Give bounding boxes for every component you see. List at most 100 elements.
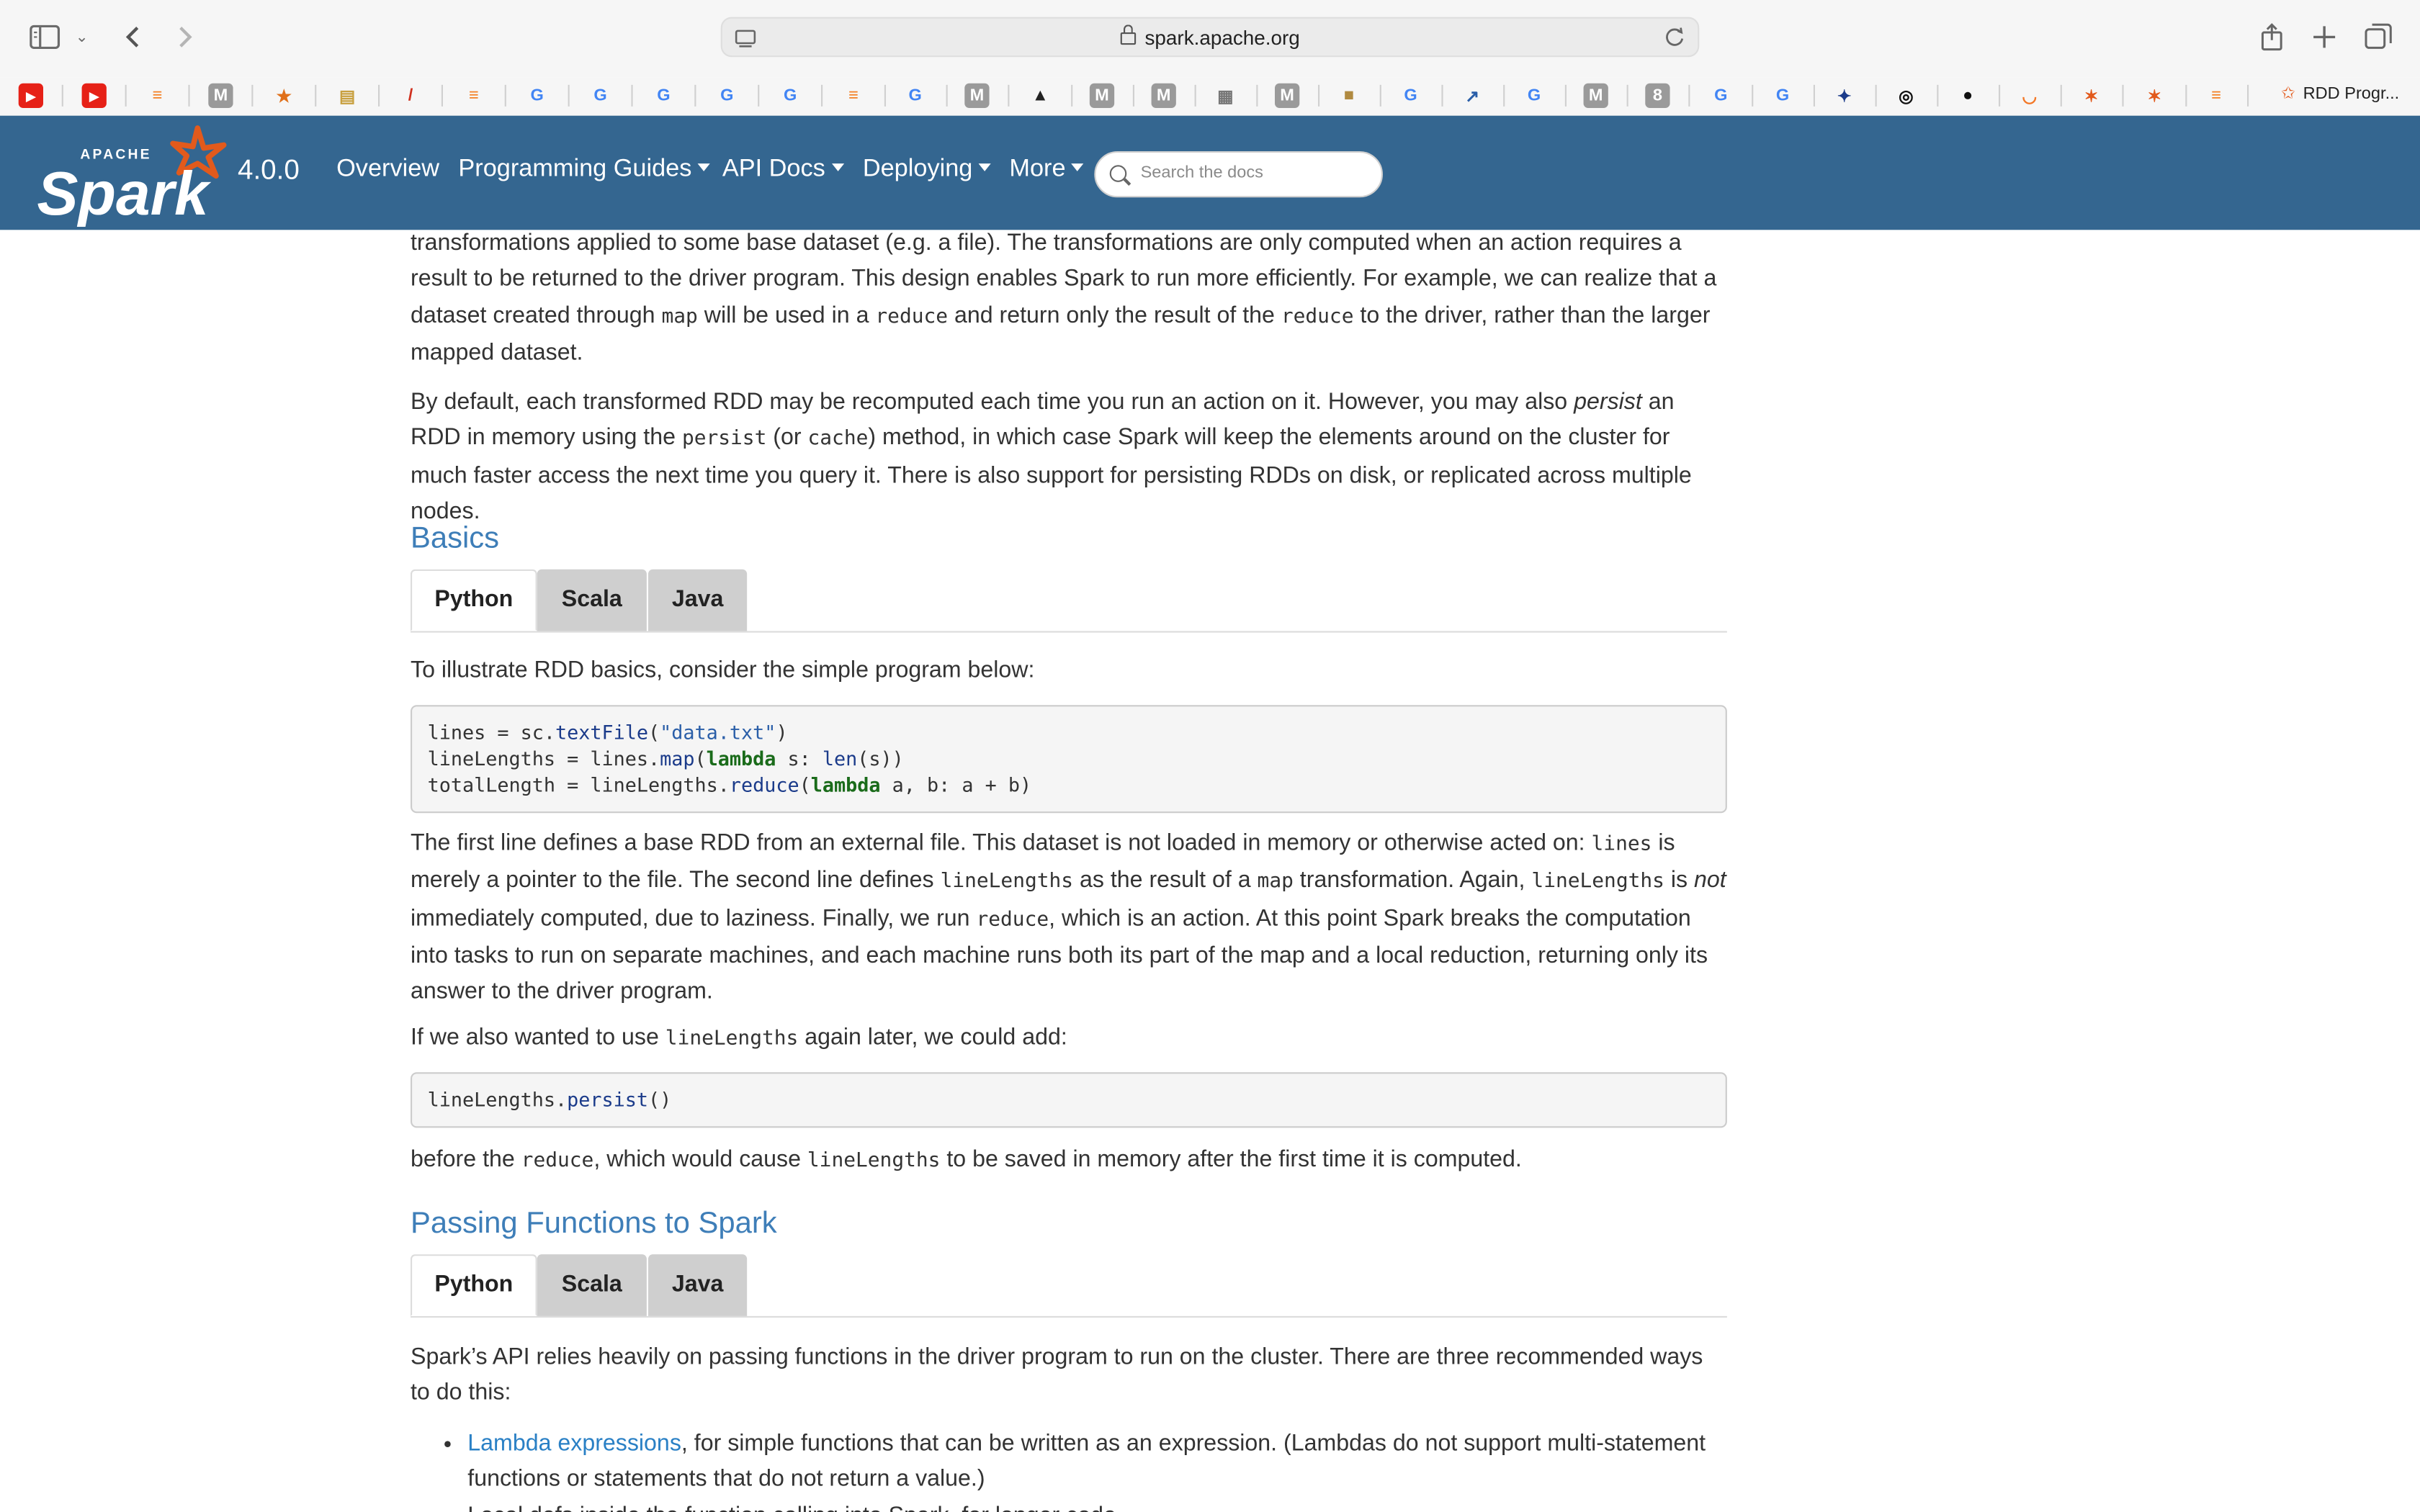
- portrait-icon[interactable]: ■: [1337, 84, 1361, 108]
- google-icon[interactable]: G: [1708, 84, 1733, 108]
- google-icon[interactable]: G: [903, 84, 928, 108]
- chart-icon[interactable]: ↗: [1460, 84, 1484, 108]
- paragraph-persist-note: before the reduce, which would cause lin…: [411, 1146, 1522, 1173]
- bookmark-separator: [1813, 84, 1815, 107]
- bookmark-separator: [1071, 84, 1073, 107]
- nav-overview[interactable]: Overview: [336, 156, 439, 184]
- passing-methods-list: Lambda expressions, for simple functions…: [411, 1426, 1784, 1512]
- graduation-cap-icon[interactable]: ▲: [1028, 84, 1052, 108]
- bookmark-separator: [1999, 84, 2001, 107]
- bookmark-separator: [1379, 84, 1381, 107]
- bookmark-separator: [1626, 84, 1628, 107]
- google-icon[interactable]: G: [1398, 84, 1422, 108]
- jupyter-icon[interactable]: ◡: [2017, 84, 2042, 108]
- youtube-icon[interactable]: ▶: [81, 83, 107, 108]
- bookmark-separator: [946, 84, 948, 107]
- google-icon[interactable]: G: [525, 84, 550, 108]
- google-icon[interactable]: G: [651, 84, 676, 108]
- tab-python[interactable]: Python: [411, 1254, 537, 1316]
- bookmark-separator: [1194, 84, 1196, 107]
- search-input[interactable]: Search the docs: [1094, 151, 1383, 198]
- stackoverflow-icon[interactable]: ≡: [841, 84, 866, 108]
- lock-icon: [1120, 24, 1136, 45]
- google-icon[interactable]: G: [588, 84, 612, 108]
- paragraph-explanation: The first line defines a base RDD from a…: [411, 829, 1726, 1005]
- medium-icon[interactable]: M: [964, 83, 990, 108]
- medium-icon[interactable]: M: [1275, 83, 1300, 108]
- browser-toolbar: ⌄ spark.apache.org: [0, 0, 2420, 78]
- openai-icon[interactable]: ◎: [1894, 84, 1918, 108]
- bookmark-separator: [1318, 84, 1320, 107]
- bookmark-separator: [884, 84, 886, 107]
- reload-icon[interactable]: [1664, 26, 1685, 55]
- share-icon[interactable]: [2257, 19, 2287, 55]
- github-icon[interactable]: ●: [1955, 84, 1980, 108]
- address-bar[interactable]: spark.apache.org: [720, 17, 1700, 58]
- lambda-expressions-link[interactable]: Lambda expressions: [467, 1430, 681, 1456]
- language-tabs-passing: Python Scala Java: [411, 1254, 1727, 1318]
- paragraph-persist: By default, each transformed RDD may be …: [411, 389, 1692, 525]
- google-icon[interactable]: G: [1522, 84, 1546, 108]
- caret-down-icon: [978, 163, 992, 171]
- bookmark-separator: [1132, 84, 1134, 107]
- new-tab-icon[interactable]: [2309, 19, 2340, 55]
- bookmark-separator: [568, 84, 570, 107]
- basics-intro: To illustrate RDD basics, consider the s…: [411, 657, 1035, 684]
- back-icon[interactable]: [117, 19, 148, 55]
- tab-java[interactable]: Java: [648, 569, 748, 631]
- heading-passing-functions: Passing Functions to Spark: [411, 1206, 777, 1241]
- bookmark-separator: [1008, 84, 1010, 107]
- caret-down-icon: [831, 163, 844, 171]
- youtube-icon[interactable]: ▶: [18, 83, 43, 108]
- google-icon[interactable]: G: [1770, 84, 1795, 108]
- nav-api-docs[interactable]: API Docs: [722, 156, 844, 184]
- nav-more[interactable]: More: [1009, 156, 1085, 184]
- stackoverflow-icon[interactable]: ≡: [145, 84, 169, 108]
- sidebar-toggle-icon[interactable]: [28, 19, 62, 55]
- spark-icon[interactable]: ✶: [2142, 84, 2166, 108]
- tab-java[interactable]: Java: [648, 1254, 748, 1316]
- site-navbar: APACHE Spark 4.0.0 Overview Programming …: [0, 115, 2420, 230]
- bookmark-separator: [631, 84, 633, 107]
- bookmark-separator: [1752, 84, 1754, 107]
- active-tab[interactable]: ✩ RDD Progr...: [2281, 84, 2399, 104]
- bookmark-separator: [1875, 84, 1877, 107]
- google-icon[interactable]: G: [714, 84, 739, 108]
- nav-programming-guides[interactable]: Programming Guides: [458, 156, 711, 184]
- chevron-down-icon[interactable]: ⌄: [73, 19, 91, 55]
- bookmark-separator: [694, 84, 696, 107]
- bookmark-separator: [2122, 84, 2124, 107]
- bookmark-separator: [504, 84, 506, 107]
- tab-scala[interactable]: Scala: [537, 569, 647, 631]
- tab-scala[interactable]: Scala: [537, 1254, 647, 1316]
- bookmark-separator: [1564, 84, 1567, 107]
- book-icon[interactable]: ▤: [335, 84, 359, 108]
- stackoverflow-icon[interactable]: ≡: [462, 84, 486, 108]
- nav-deploying[interactable]: Deploying: [863, 156, 992, 184]
- spark-icon[interactable]: ✶: [2079, 84, 2103, 108]
- tab-python[interactable]: Python: [411, 569, 537, 631]
- sticker-icon[interactable]: ▦: [1213, 84, 1237, 108]
- tab-overview-icon[interactable]: [2363, 19, 2394, 55]
- bookmark-separator: [1688, 84, 1690, 107]
- bookmark-separator: [821, 84, 823, 107]
- stackoverflow-icon[interactable]: ≡: [2204, 84, 2228, 108]
- number-8-icon[interactable]: 8: [1645, 83, 1670, 108]
- forward-icon[interactable]: [170, 19, 201, 55]
- figure-icon[interactable]: ✦: [1832, 84, 1857, 108]
- tab-title: RDD Progr...: [2303, 84, 2400, 103]
- pen-icon[interactable]: /: [398, 84, 423, 108]
- bookmark-separator: [1937, 84, 1939, 107]
- google-icon[interactable]: G: [778, 84, 802, 108]
- bookmark-separator: [315, 84, 317, 107]
- code-line: totalLength = lineLengths.reduce(lambda …: [427, 773, 1032, 796]
- medium-icon[interactable]: M: [1151, 83, 1176, 108]
- medium-icon[interactable]: M: [208, 83, 233, 108]
- star-icon[interactable]: ★: [272, 84, 296, 108]
- spark-logo[interactable]: APACHE Spark: [37, 125, 238, 228]
- medium-icon[interactable]: M: [1089, 83, 1115, 108]
- bookmark-separator: [61, 84, 63, 107]
- paragraph-reuse: If we also wanted to use lineLengths aga…: [411, 1024, 1067, 1051]
- medium-icon[interactable]: M: [1583, 83, 1608, 108]
- bookmark-separator: [251, 84, 254, 107]
